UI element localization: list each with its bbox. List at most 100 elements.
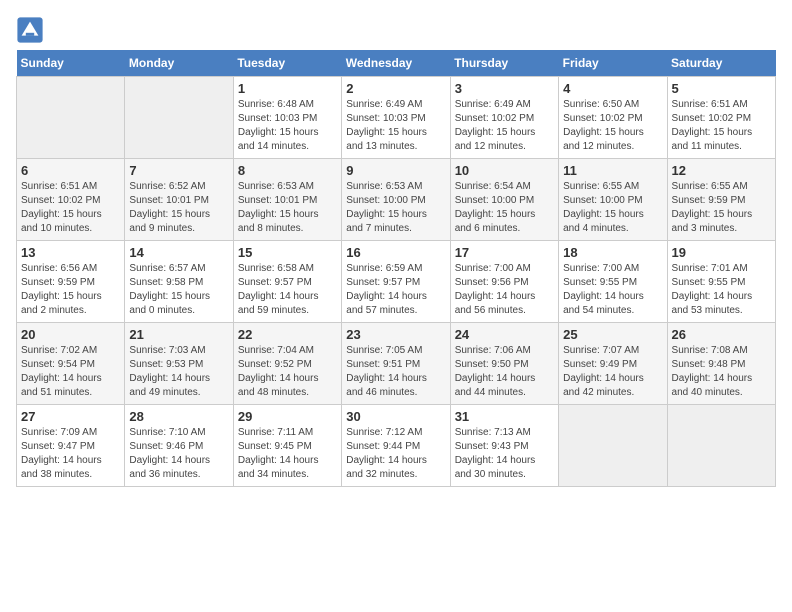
day-info: Sunrise: 7:07 AM Sunset: 9:49 PM Dayligh… xyxy=(563,344,662,400)
calendar-cell: 8 Sunrise: 6:53 AM Sunset: 10:01 PM Dayli… xyxy=(233,159,341,241)
calendar-cell: 5 Sunrise: 6:51 AM Sunset: 10:02 PM Dayli… xyxy=(667,77,775,159)
page-header xyxy=(16,16,776,44)
day-info: Sunrise: 7:06 AM Sunset: 9:50 PM Dayligh… xyxy=(455,344,554,400)
logo xyxy=(16,16,48,44)
day-number: 3 xyxy=(455,81,554,96)
day-number: 4 xyxy=(563,81,662,96)
day-info: Sunrise: 6:55 AM Sunset: 10:00 PM Daylig… xyxy=(563,180,662,236)
calendar-cell: 12 Sunrise: 6:55 AM Sunset: 9:59 PM Dayli… xyxy=(667,159,775,241)
day-info: Sunrise: 6:51 AM Sunset: 10:02 PM Daylig… xyxy=(21,180,120,236)
day-info: Sunrise: 7:08 AM Sunset: 9:48 PM Dayligh… xyxy=(672,344,771,400)
day-number: 18 xyxy=(563,245,662,260)
day-header-monday: Monday xyxy=(125,50,233,77)
day-info: Sunrise: 7:03 AM Sunset: 9:53 PM Dayligh… xyxy=(129,344,228,400)
calendar-table: SundayMondayTuesdayWednesdayThursdayFrid… xyxy=(16,50,776,487)
calendar-cell xyxy=(125,77,233,159)
day-info: Sunrise: 6:53 AM Sunset: 10:01 PM Daylig… xyxy=(238,180,337,236)
day-info: Sunrise: 6:51 AM Sunset: 10:02 PM Daylig… xyxy=(672,98,771,154)
day-info: Sunrise: 6:59 AM Sunset: 9:57 PM Dayligh… xyxy=(346,262,445,318)
calendar-cell: 23 Sunrise: 7:05 AM Sunset: 9:51 PM Dayli… xyxy=(342,323,450,405)
calendar-cell: 26 Sunrise: 7:08 AM Sunset: 9:48 PM Dayli… xyxy=(667,323,775,405)
day-number: 27 xyxy=(21,409,120,424)
day-number: 19 xyxy=(672,245,771,260)
calendar-cell: 2 Sunrise: 6:49 AM Sunset: 10:03 PM Dayli… xyxy=(342,77,450,159)
calendar-cell: 21 Sunrise: 7:03 AM Sunset: 9:53 PM Dayli… xyxy=(125,323,233,405)
day-number: 23 xyxy=(346,327,445,342)
day-info: Sunrise: 7:13 AM Sunset: 9:43 PM Dayligh… xyxy=(455,426,554,482)
day-number: 11 xyxy=(563,163,662,178)
logo-icon xyxy=(16,16,44,44)
calendar-cell: 9 Sunrise: 6:53 AM Sunset: 10:00 PM Dayli… xyxy=(342,159,450,241)
day-info: Sunrise: 6:52 AM Sunset: 10:01 PM Daylig… xyxy=(129,180,228,236)
calendar-week-row: 1 Sunrise: 6:48 AM Sunset: 10:03 PM Dayli… xyxy=(17,77,776,159)
day-number: 25 xyxy=(563,327,662,342)
day-number: 26 xyxy=(672,327,771,342)
day-info: Sunrise: 6:53 AM Sunset: 10:00 PM Daylig… xyxy=(346,180,445,236)
day-info: Sunrise: 6:49 AM Sunset: 10:03 PM Daylig… xyxy=(346,98,445,154)
calendar-cell: 14 Sunrise: 6:57 AM Sunset: 9:58 PM Dayli… xyxy=(125,241,233,323)
calendar-cell: 22 Sunrise: 7:04 AM Sunset: 9:52 PM Dayli… xyxy=(233,323,341,405)
day-info: Sunrise: 7:05 AM Sunset: 9:51 PM Dayligh… xyxy=(346,344,445,400)
calendar-cell: 27 Sunrise: 7:09 AM Sunset: 9:47 PM Dayli… xyxy=(17,405,125,487)
day-header-sunday: Sunday xyxy=(17,50,125,77)
calendar-cell xyxy=(667,405,775,487)
day-info: Sunrise: 6:58 AM Sunset: 9:57 PM Dayligh… xyxy=(238,262,337,318)
calendar-cell: 19Sunrise: 7:01 AM Sunset: 9:55 PM Dayli… xyxy=(667,241,775,323)
day-number: 14 xyxy=(129,245,228,260)
day-number: 12 xyxy=(672,163,771,178)
day-info: Sunrise: 7:11 AM Sunset: 9:45 PM Dayligh… xyxy=(238,426,337,482)
day-number: 2 xyxy=(346,81,445,96)
calendar-cell: 3 Sunrise: 6:49 AM Sunset: 10:02 PM Dayli… xyxy=(450,77,558,159)
day-info: Sunrise: 7:02 AM Sunset: 9:54 PM Dayligh… xyxy=(21,344,120,400)
day-number: 24 xyxy=(455,327,554,342)
day-info: Sunrise: 6:48 AM Sunset: 10:03 PM Daylig… xyxy=(238,98,337,154)
day-number: 15 xyxy=(238,245,337,260)
day-info: Sunrise: 6:55 AM Sunset: 9:59 PM Dayligh… xyxy=(672,180,771,236)
calendar-week-row: 13 Sunrise: 6:56 AM Sunset: 9:59 PM Dayli… xyxy=(17,241,776,323)
calendar-cell: 30Sunrise: 7:12 AM Sunset: 9:44 PM Dayli… xyxy=(342,405,450,487)
day-info: Sunrise: 7:10 AM Sunset: 9:46 PM Dayligh… xyxy=(129,426,228,482)
day-number: 6 xyxy=(21,163,120,178)
calendar-cell: 7Sunrise: 6:52 AM Sunset: 10:01 PM Dayli… xyxy=(125,159,233,241)
calendar-cell: 1 Sunrise: 6:48 AM Sunset: 10:03 PM Dayli… xyxy=(233,77,341,159)
calendar-week-row: 20 Sunrise: 7:02 AM Sunset: 9:54 PM Dayli… xyxy=(17,323,776,405)
day-number: 13 xyxy=(21,245,120,260)
calendar-cell: 25 Sunrise: 7:07 AM Sunset: 9:49 PM Dayli… xyxy=(559,323,667,405)
calendar-cell: 10 Sunrise: 6:54 AM Sunset: 10:00 PM Dayl… xyxy=(450,159,558,241)
calendar-cell: 16 Sunrise: 6:59 AM Sunset: 9:57 PM Dayli… xyxy=(342,241,450,323)
calendar-cell: 13 Sunrise: 6:56 AM Sunset: 9:59 PM Dayli… xyxy=(17,241,125,323)
day-info: Sunrise: 7:00 AM Sunset: 9:56 PM Dayligh… xyxy=(455,262,554,318)
calendar-cell: 11 Sunrise: 6:55 AM Sunset: 10:00 PM Dayl… xyxy=(559,159,667,241)
day-number: 17 xyxy=(455,245,554,260)
calendar-header-row: SundayMondayTuesdayWednesdayThursdayFrid… xyxy=(17,50,776,77)
day-header-friday: Friday xyxy=(559,50,667,77)
calendar-cell: 31Sunrise: 7:13 AM Sunset: 9:43 PM Dayli… xyxy=(450,405,558,487)
day-info: Sunrise: 7:12 AM Sunset: 9:44 PM Dayligh… xyxy=(346,426,445,482)
day-info: Sunrise: 6:54 AM Sunset: 10:00 PM Daylig… xyxy=(455,180,554,236)
day-number: 10 xyxy=(455,163,554,178)
day-info: Sunrise: 6:50 AM Sunset: 10:02 PM Daylig… xyxy=(563,98,662,154)
day-number: 22 xyxy=(238,327,337,342)
day-header-thursday: Thursday xyxy=(450,50,558,77)
day-info: Sunrise: 6:49 AM Sunset: 10:02 PM Daylig… xyxy=(455,98,554,154)
day-number: 9 xyxy=(346,163,445,178)
day-info: Sunrise: 6:57 AM Sunset: 9:58 PM Dayligh… xyxy=(129,262,228,318)
day-number: 1 xyxy=(238,81,337,96)
day-number: 5 xyxy=(672,81,771,96)
day-number: 28 xyxy=(129,409,228,424)
day-info: Sunrise: 7:04 AM Sunset: 9:52 PM Dayligh… xyxy=(238,344,337,400)
calendar-cell: 15 Sunrise: 6:58 AM Sunset: 9:57 PM Dayli… xyxy=(233,241,341,323)
day-number: 21 xyxy=(129,327,228,342)
day-info: Sunrise: 6:56 AM Sunset: 9:59 PM Dayligh… xyxy=(21,262,120,318)
day-info: Sunrise: 7:09 AM Sunset: 9:47 PM Dayligh… xyxy=(21,426,120,482)
day-info: Sunrise: 7:00 AM Sunset: 9:55 PM Dayligh… xyxy=(563,262,662,318)
day-number: 8 xyxy=(238,163,337,178)
day-number: 29 xyxy=(238,409,337,424)
day-header-wednesday: Wednesday xyxy=(342,50,450,77)
calendar-week-row: 27 Sunrise: 7:09 AM Sunset: 9:47 PM Dayli… xyxy=(17,405,776,487)
day-number: 20 xyxy=(21,327,120,342)
calendar-cell: 20 Sunrise: 7:02 AM Sunset: 9:54 PM Dayli… xyxy=(17,323,125,405)
day-header-tuesday: Tuesday xyxy=(233,50,341,77)
calendar-week-row: 6 Sunrise: 6:51 AM Sunset: 10:02 PM Dayli… xyxy=(17,159,776,241)
day-number: 16 xyxy=(346,245,445,260)
